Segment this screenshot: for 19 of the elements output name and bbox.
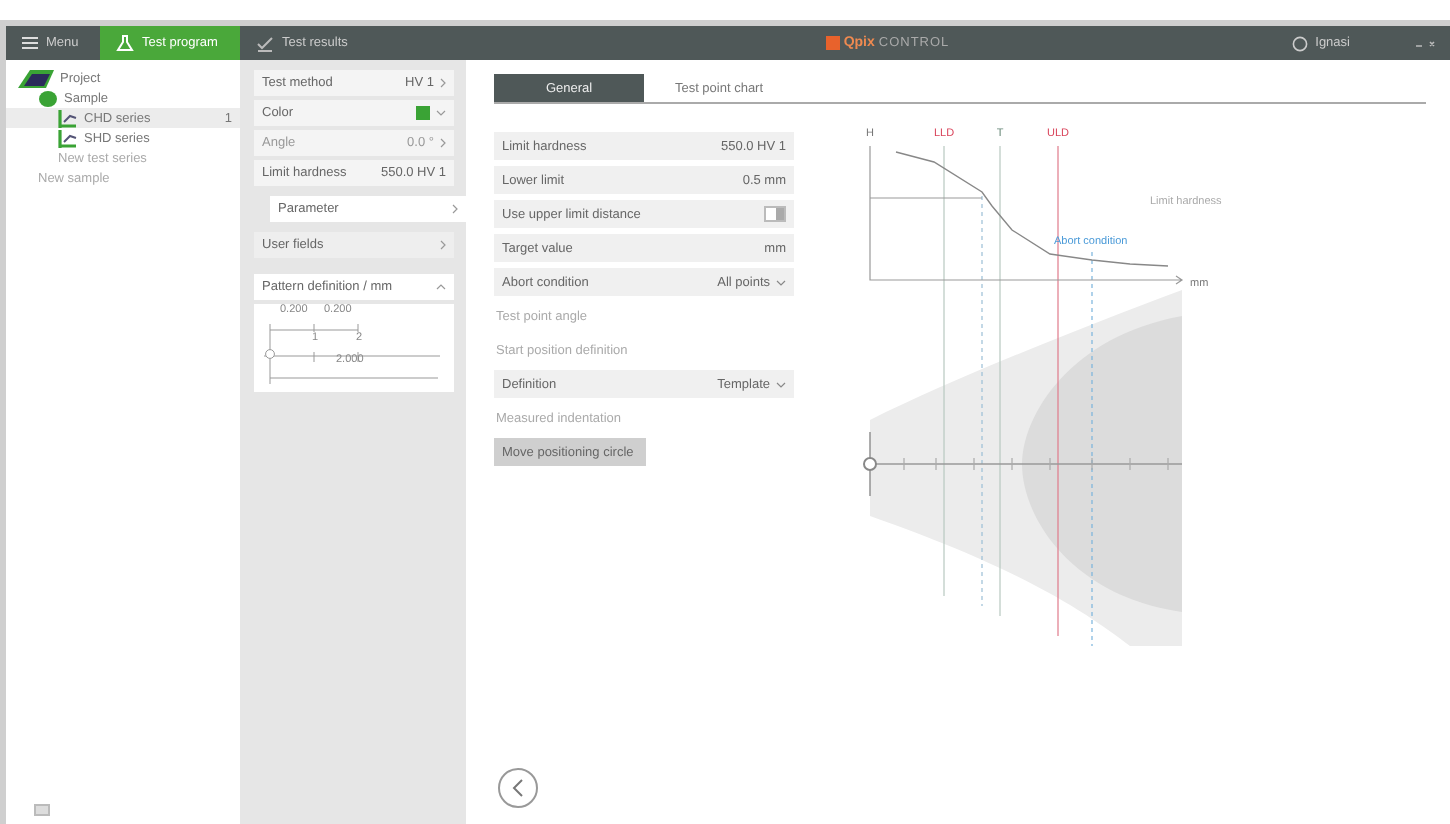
menu-icon — [22, 36, 38, 50]
caret-down-icon — [776, 279, 786, 285]
check-icon — [256, 35, 274, 51]
logo-square-icon — [825, 36, 840, 50]
back-button[interactable] — [498, 768, 538, 808]
chevron-right-icon — [452, 204, 458, 214]
toggle-switch[interactable] — [764, 206, 786, 222]
chevron-left-icon — [510, 778, 526, 798]
caret-up-icon — [436, 284, 446, 290]
flask-icon — [116, 34, 134, 52]
caret-down-icon — [776, 381, 786, 387]
chevron-right-icon — [440, 78, 446, 88]
blob-icon — [38, 89, 58, 107]
chevron-right-icon — [440, 138, 446, 148]
window-controls-icon[interactable] — [1414, 39, 1438, 47]
user-icon — [1291, 35, 1308, 51]
chevron-right-icon — [440, 240, 446, 250]
logo-icon — [18, 69, 54, 87]
caret-down-icon — [436, 110, 446, 116]
